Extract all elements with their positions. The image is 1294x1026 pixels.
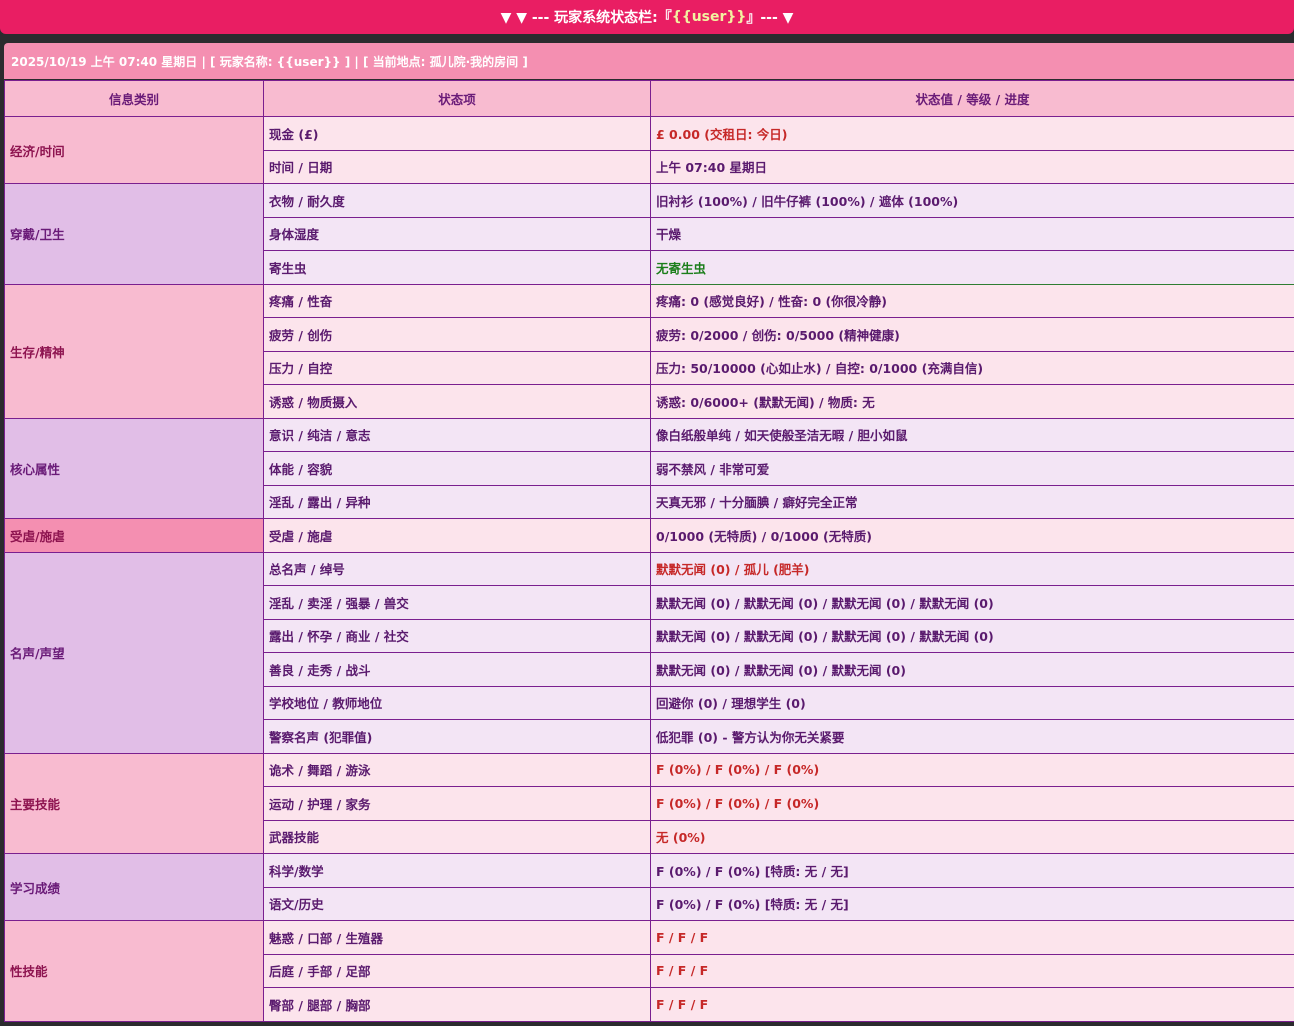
status-item-cell: 总名声 / 绰号 (263, 551, 651, 586)
status-value-cell: 无寄生虫 (650, 250, 1294, 285)
status-item-cell: 淫乱 / 卖淫 / 强暴 / 兽交 (263, 585, 651, 620)
status-value-cell: 默默无闻 (0) / 默默无闻 (0) / 默默无闻 (0) (650, 652, 1294, 687)
status-value-cell: 0/1000 (无特质) / 0/1000 (无特质) (650, 518, 1294, 553)
category-cell: 生存/精神 (4, 283, 264, 419)
category-cell: 穿戴/卫生 (4, 183, 264, 285)
category-cell: 名声/声望 (4, 551, 264, 754)
status-value-cell: 诱惑: 0/6000+ (默默无闻) / 物质: 无 (650, 384, 1294, 419)
category-cell: 学习成绩 (4, 853, 264, 921)
status-item-cell: 臀部 / 腿部 / 胸部 (263, 987, 651, 1022)
status-value-cell: 旧衬衫 (100%) / 旧牛仔裤 (100%) / 遮体 (100%) (650, 183, 1294, 218)
status-item-cell: 武器技能 (263, 819, 651, 854)
category-cell: 核心属性 (4, 417, 264, 519)
status-item-cell: 受虐 / 施虐 (263, 518, 651, 553)
table-header-row: 信息类别 状态项 状态值 / 等级 / 进度 (4, 80, 1294, 117)
status-item-cell: 科学/数学 (263, 853, 651, 888)
category-cell: 受虐/施虐 (4, 518, 264, 553)
table-row: 主要技能 诡术 / 舞蹈 / 游泳 F (0%) / F (0%) / F (0%) (4, 752, 1294, 854)
status-item-cell: 淫乱 / 露出 / 异种 (263, 484, 651, 519)
status-value-cell: 低犯罪 (0) - 警方认为你无关紧要 (650, 719, 1294, 754)
column-header-item: 状态项 (263, 80, 651, 117)
status-item-cell: 学校地位 / 教师地位 (263, 685, 651, 720)
status-value-cell: F (0%) / F (0%) / F (0%) (650, 752, 1294, 787)
status-bar-user: {{user}} (671, 9, 747, 25)
status-item-cell: 露出 / 怀孕 / 商业 / 社交 (263, 618, 651, 653)
status-value-cell: 默默无闻 (0) / 默默无闻 (0) / 默默无闻 (0) / 默默无闻 (0… (650, 618, 1294, 653)
table-row: 经济/时间 现金 (£) £ 0.00 (交租日: 今日) (4, 116, 1294, 184)
table-row: 核心属性 意识 / 纯洁 / 意志 像白纸般单纯 / 如天使般圣洁无暇 / 胆小如鼠 (4, 417, 1294, 519)
status-value-cell: F / F / F (650, 920, 1294, 955)
status-item-cell: 意识 / 纯洁 / 意志 (263, 417, 651, 452)
status-value-cell: £ 0.00 (交租日: 今日) (650, 116, 1294, 151)
status-item-cell: 衣物 / 耐久度 (263, 183, 651, 218)
status-item-cell: 语文/历史 (263, 886, 651, 921)
category-cell: 经济/时间 (4, 116, 264, 184)
status-item-cell: 运动 / 护理 / 家务 (263, 786, 651, 821)
status-bar-toggle[interactable]: ▼ ▼ --- 玩家系统状态栏:『 {{user}} 』--- ▼ (0, 0, 1294, 34)
table-row: 生存/精神 疼痛 / 性奋 疼痛: 0 (感觉良好) / 性奋: 0 (你很冷静) (4, 283, 1294, 419)
status-item-cell: 寄生虫 (263, 250, 651, 285)
info-bar-text: 2025/10/19 上午 07:40 星期日 | [ 玩家名称: {{user… (11, 54, 528, 69)
status-item-cell: 疼痛 / 性奋 (263, 283, 651, 318)
table-row: 性技能 魅惑 / 口部 / 生殖器 F / F / F (4, 920, 1294, 1022)
status-table: 信息类别 状态项 状态值 / 等级 / 进度 经济/时间 现金 (£) £ 0.00… (4, 80, 1294, 1022)
status-item-cell: 诱惑 / 物质摄入 (263, 384, 651, 419)
status-value-cell: 疲劳: 0/2000 / 创伤: 0/5000 (精神健康) (650, 317, 1294, 352)
category-cell: 性技能 (4, 920, 264, 1022)
status-value-cell: F / F / F (650, 953, 1294, 988)
table-body: 经济/时间 现金 (£) £ 0.00 (交租日: 今日) 时间 / 日期 上午 07:… (4, 116, 1294, 1022)
status-item-cell: 诡术 / 舞蹈 / 游泳 (263, 752, 651, 787)
status-item-cell: 警察名声 (犯罪值) (263, 719, 651, 754)
status-value-cell: 天真无邪 / 十分腼腆 / 癖好完全正常 (650, 484, 1294, 519)
table-row: 穿戴/卫生 衣物 / 耐久度 旧衬衫 (100%) / 旧牛仔裤 (100%) / … (4, 183, 1294, 285)
column-header-category: 信息类别 (4, 80, 264, 117)
status-value-cell: 上午 07:40 星期日 (650, 149, 1294, 184)
column-header-value: 状态值 / 等级 / 进度 (650, 80, 1294, 117)
info-bar: 2025/10/19 上午 07:40 星期日 | [ 玩家名称: {{user… (4, 43, 1294, 79)
status-value-cell: 回避你 (0) / 理想学生 (0) (650, 685, 1294, 720)
status-value-cell: 默默无闻 (0) / 孤儿 (肥羊) (650, 551, 1294, 586)
status-value-cell: 无 (0%) (650, 819, 1294, 854)
status-item-cell: 现金 (£) (263, 116, 651, 151)
category-cell: 主要技能 (4, 752, 264, 854)
status-value-cell: 像白纸般单纯 / 如天使般圣洁无暇 / 胆小如鼠 (650, 417, 1294, 452)
table-row: 受虐/施虐 受虐 / 施虐 0/1000 (无特质) / 0/1000 (无特质) (4, 518, 1294, 553)
status-value-cell: 默默无闻 (0) / 默默无闻 (0) / 默默无闻 (0) / 默默无闻 (0… (650, 585, 1294, 620)
status-value-cell: 疼痛: 0 (感觉良好) / 性奋: 0 (你很冷静) (650, 283, 1294, 318)
status-value-cell: F (0%) / F (0%) [特质: 无 / 无] (650, 853, 1294, 888)
status-item-cell: 体能 / 容貌 (263, 451, 651, 486)
status-item-cell: 后庭 / 手部 / 足部 (263, 953, 651, 988)
status-item-cell: 身体湿度 (263, 216, 651, 251)
status-value-cell: 弱不禁风 / 非常可爱 (650, 451, 1294, 486)
status-bar-title-prefix: ▼ ▼ --- 玩家系统状态栏:『 (500, 10, 672, 26)
status-item-cell: 善良 / 走秀 / 战斗 (263, 652, 651, 687)
status-value-cell: 干燥 (650, 216, 1294, 251)
table-row: 学习成绩 科学/数学 F (0%) / F (0%) [特质: 无 / 无] (4, 853, 1294, 921)
status-item-cell: 疲劳 / 创伤 (263, 317, 651, 352)
status-item-cell: 魅惑 / 口部 / 生殖器 (263, 920, 651, 955)
status-item-cell: 压力 / 自控 (263, 350, 651, 385)
status-value-cell: 压力: 50/10000 (心如止水) / 自控: 0/1000 (充满自信) (650, 350, 1294, 385)
status-value-cell: F (0%) / F (0%) [特质: 无 / 无] (650, 886, 1294, 921)
status-item-cell: 时间 / 日期 (263, 149, 651, 184)
status-value-cell: F (0%) / F (0%) / F (0%) (650, 786, 1294, 821)
table-row: 名声/声望 总名声 / 绰号 默默无闻 (0) / 孤儿 (肥羊) (4, 551, 1294, 754)
status-value-cell: F / F / F (650, 987, 1294, 1022)
status-bar-title-suffix: 』--- ▼ (746, 10, 794, 26)
